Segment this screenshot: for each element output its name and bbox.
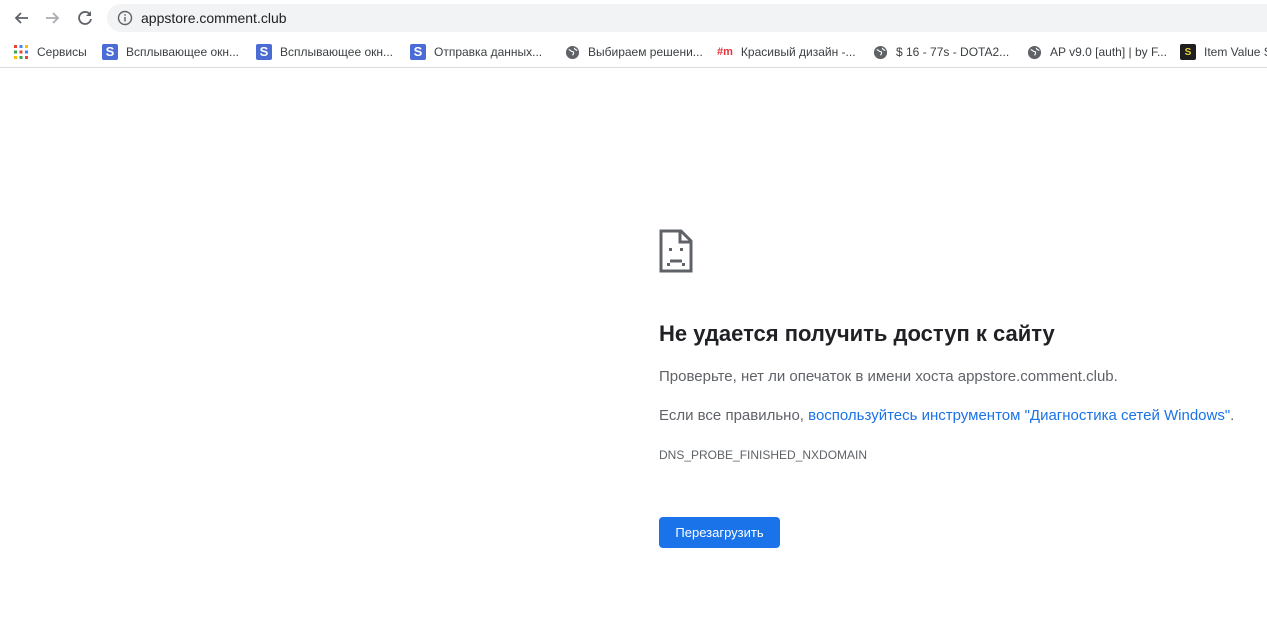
url-text[interactable]: appstore.comment.club <box>141 10 287 26</box>
bookmark-item[interactable]: S Item Value S <box>1180 42 1267 62</box>
globe-icon <box>564 44 580 60</box>
error-code: DNS_PROBE_FINISHED_NXDOMAIN <box>659 448 868 462</box>
apps-grid-icon <box>13 44 29 60</box>
bookmark-label: $ 16 - 77s - DOTA2... <box>896 45 1010 59</box>
bookmark-item[interactable]: $ 16 - 77s - DOTA2... <box>872 42 1009 62</box>
bookmark-label: Item Value S <box>1204 45 1267 59</box>
bookmark-label: AP v9.0 [auth] | by F... <box>1050 45 1167 59</box>
browser-toolbar: appstore.comment.club <box>0 0 1267 36</box>
bookmark-label: Выбираем решени... <box>588 45 703 59</box>
bookmark-item[interactable]: Выбираем решени... <box>564 42 703 62</box>
windows-network-diagnostics-link[interactable]: воспользуйтесь инструментом "Диагностика… <box>808 407 1230 424</box>
bookmark-label: Красивый дизайн -... <box>740 45 856 59</box>
arrow-right-icon <box>46 12 60 24</box>
error-title: Не удается получить доступ к сайту <box>659 321 1055 346</box>
s-favicon-icon: S <box>256 44 272 60</box>
back-button[interactable] <box>9 6 33 30</box>
bookmark-item[interactable]: S Отправка данных... <box>410 42 542 62</box>
forward-button[interactable] <box>41 6 65 30</box>
s-favicon-icon: S <box>410 44 426 60</box>
info-icon[interactable] <box>117 10 133 26</box>
bookmark-item[interactable]: AP v9.0 [auth] | by F... <box>1026 42 1167 62</box>
diagnostics-suffix: . <box>1230 407 1235 424</box>
s-dark-favicon-icon: S <box>1180 44 1196 60</box>
reload-page-button[interactable]: Перезагрузить <box>659 517 780 548</box>
sad-page-icon <box>659 229 693 273</box>
bookmark-apps[interactable]: Сервисы <box>13 42 87 62</box>
bookmark-label: Всплывающее окн... <box>126 45 240 59</box>
reload-button[interactable] <box>73 6 97 30</box>
bookmark-item[interactable]: S Всплывающее окн... <box>256 42 393 62</box>
bookmark-item[interactable]: S Всплывающее окн... <box>102 42 239 62</box>
globe-icon <box>1026 44 1042 60</box>
bookmark-label: Отправка данных... <box>434 45 543 59</box>
bookmarks-bar: Сервисы S Всплывающее окн... S Всплывающ… <box>0 36 1267 68</box>
bookmark-item[interactable]: #m Красивый дизайн -... <box>717 42 856 62</box>
globe-icon <box>872 44 888 60</box>
s-favicon-icon: S <box>102 44 118 60</box>
address-bar[interactable]: appstore.comment.club <box>107 4 1267 32</box>
hashtag-m-favicon-icon: #m <box>717 46 733 58</box>
bookmark-label: Сервисы <box>37 45 87 59</box>
diagnostics-prefix: Если все правильно, <box>659 407 809 424</box>
error-diagnostics-line: Если все правильно, воспользуйтесь инстр… <box>659 407 1234 424</box>
arrow-left-icon <box>14 12 28 24</box>
reload-icon <box>78 11 92 25</box>
error-suggestion-text: Проверьте, нет ли опечаток в имени хоста… <box>659 368 1118 385</box>
bookmark-label: Всплывающее окн... <box>280 45 394 59</box>
